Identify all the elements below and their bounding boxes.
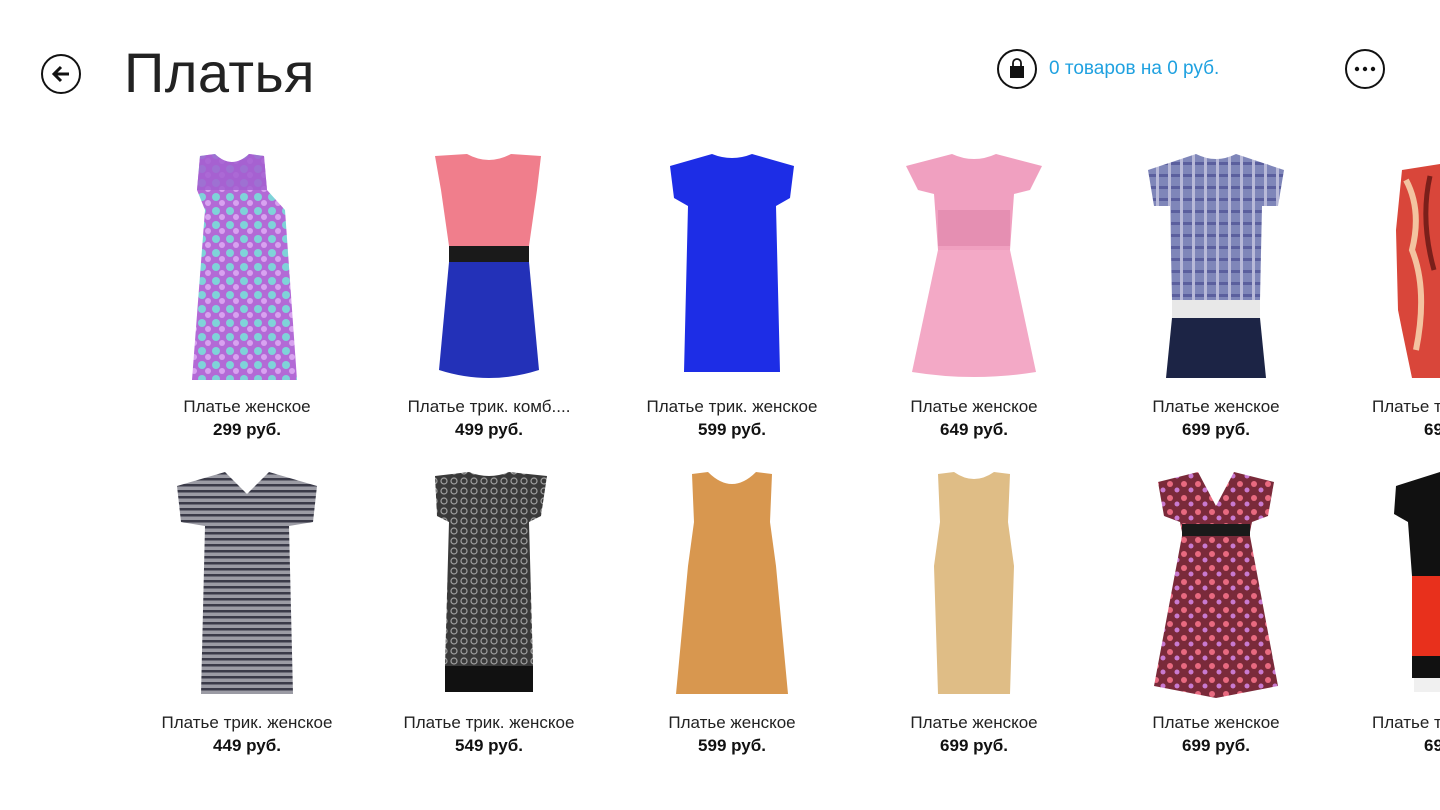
blue-dress-icon (670, 154, 794, 372)
product-tile[interactable]: Платье женское 699 руб. (854, 466, 1094, 756)
product-image (612, 466, 852, 702)
product-name: Платье т (1372, 397, 1440, 416)
orange-dress-icon (676, 472, 788, 694)
product-tile[interactable]: Платье трик. женское 599 руб. (612, 150, 852, 440)
product-grid: Платье женское 299 руб. Платье трик. ком… (0, 0, 1440, 810)
product-name: Платье трик. женское (646, 397, 818, 416)
product-name: Платье трик. комб.... (407, 397, 571, 416)
product-image (127, 466, 367, 702)
beige-dress-icon (934, 472, 1014, 694)
product-image (1096, 466, 1336, 702)
product-image (854, 150, 1094, 386)
product-price: 699 руб. (1182, 736, 1250, 755)
product-price: 549 руб. (455, 736, 523, 755)
product-tile[interactable]: Платье трик. комб.... 499 руб. (369, 150, 609, 440)
product-price: 299 руб. (213, 420, 281, 439)
floral-dress-icon (1154, 472, 1278, 698)
colorblock-dress-icon (1394, 472, 1440, 692)
product-name: Платье т (1372, 713, 1440, 732)
product-tile[interactable]: Платье женское 699 руб. (1096, 150, 1336, 440)
product-tile[interactable]: Платье женское 649 руб. (854, 150, 1094, 440)
product-tile[interactable]: Платье женское 599 руб. (612, 466, 852, 756)
product-price: 599 руб. (698, 736, 766, 755)
pink-dress-icon (906, 154, 1042, 377)
product-price: 699 руб. (940, 736, 1008, 755)
product-image (369, 150, 609, 386)
product-price: 499 руб. (455, 420, 523, 439)
product-name: Платье женское (910, 713, 1038, 732)
product-name: Платье женское (1152, 397, 1280, 416)
product-tile[interactable]: Платье женское 299 руб. (127, 150, 367, 440)
sequin-dress-icon (192, 154, 297, 380)
product-name: Платье женское (910, 397, 1038, 416)
product-image (1372, 466, 1440, 702)
pink-blue-dress-icon (435, 154, 541, 378)
product-price: 69 (1424, 420, 1440, 439)
product-image (612, 150, 852, 386)
striped-dress-icon (177, 472, 317, 694)
product-image (127, 150, 367, 386)
product-image (369, 466, 609, 702)
product-name: Платье женское (1152, 713, 1280, 732)
product-price: 449 руб. (213, 736, 281, 755)
product-image (1096, 150, 1336, 386)
product-tile[interactable]: Платье женское 699 руб. (1096, 466, 1336, 756)
product-name: Платье женское (668, 713, 796, 732)
product-name: Платье трик. женское (161, 713, 333, 732)
lace-dress-icon (435, 472, 547, 692)
product-name: Платье трик. женское (403, 713, 575, 732)
product-price: 699 руб. (1182, 420, 1250, 439)
product-image (854, 466, 1094, 702)
product-tile[interactable]: Платье трик. женское 449 руб. (127, 466, 367, 756)
product-image (1372, 150, 1440, 386)
product-price: 649 руб. (940, 420, 1008, 439)
product-price: 599 руб. (698, 420, 766, 439)
plaid-dress-icon (1148, 154, 1284, 378)
print-dress-icon (1396, 164, 1440, 378)
product-name: Платье женское (183, 397, 311, 416)
product-tile[interactable]: Платье трик. женское 549 руб. (369, 466, 609, 756)
product-tile[interactable]: Платье т 69 (1372, 150, 1440, 440)
product-price: 69 (1424, 736, 1440, 755)
product-tile[interactable]: Платье т 69 (1372, 466, 1440, 756)
